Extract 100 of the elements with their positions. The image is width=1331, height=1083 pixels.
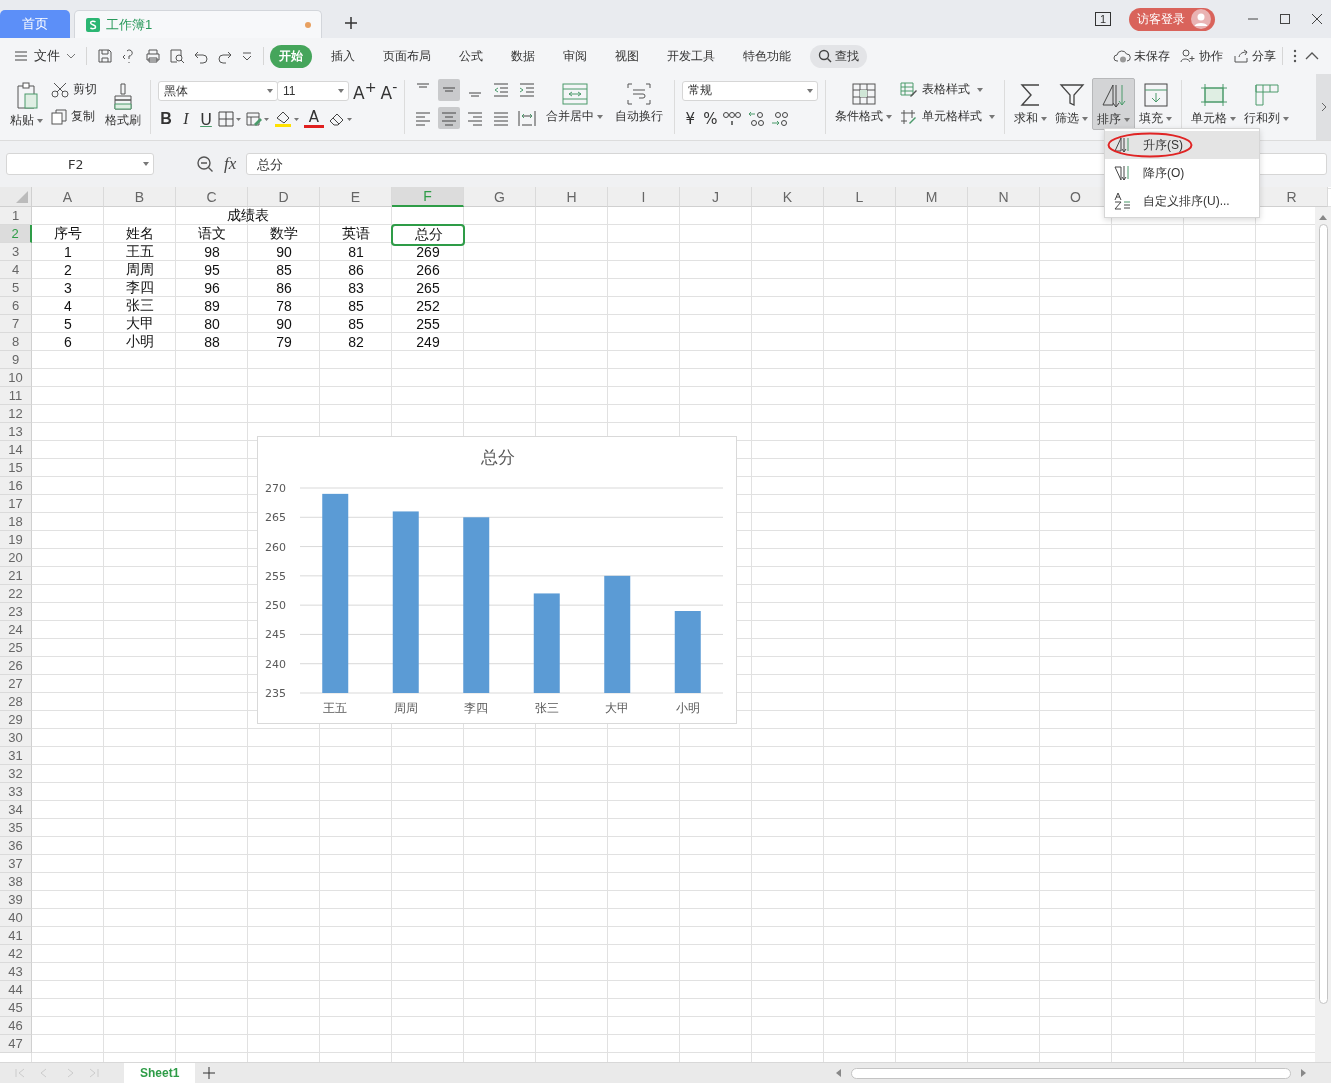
collapse-icon[interactable] (1305, 52, 1319, 60)
row-header[interactable]: 11 (0, 387, 32, 405)
row-header[interactable]: 44 (0, 981, 32, 999)
row-header[interactable]: 31 (0, 747, 32, 765)
customize-icon[interactable] (241, 50, 253, 62)
row-header[interactable]: 21 (0, 567, 32, 585)
login-button[interactable]: 访客登录 (1129, 7, 1215, 31)
row-header[interactable]: 25 (0, 639, 32, 657)
row-header[interactable]: 28 (0, 693, 32, 711)
sum-button[interactable]: 求和 (1010, 78, 1052, 130)
row-header[interactable]: 8 (0, 333, 32, 351)
file-menu[interactable]: 文件 (14, 47, 76, 65)
menu-item[interactable]: 升序(S) (1105, 131, 1259, 159)
column-header[interactable]: G (464, 187, 536, 207)
font-select[interactable]: 黑体 (158, 81, 278, 102)
row-header[interactable]: 7 (0, 315, 32, 333)
column-header[interactable]: A (32, 187, 104, 207)
font-size-select[interactable]: 11 (277, 81, 349, 102)
ribbon-tab[interactable]: 审阅 (554, 44, 596, 68)
merge-center-button[interactable]: 合并居中 (540, 78, 610, 130)
borders-icon[interactable] (218, 111, 242, 128)
toolbar-action[interactable]: 分享 (1233, 47, 1276, 65)
row-header[interactable]: 18 (0, 513, 32, 531)
window-count-badge[interactable]: 1 (1094, 12, 1111, 26)
bold-button[interactable]: B (158, 110, 174, 129)
percent-button[interactable]: % (702, 109, 719, 128)
ribbon-tab[interactable]: 插入 (322, 44, 364, 68)
column-header[interactable]: N (968, 187, 1040, 207)
cut-button[interactable]: 剪切 (51, 81, 97, 98)
row-header[interactable]: 38 (0, 873, 32, 891)
underline-button[interactable]: U (198, 109, 214, 129)
decrease-decimal-icon[interactable] (770, 109, 791, 128)
row-header[interactable]: 22 (0, 585, 32, 603)
horizontal-scrollbar[interactable] (851, 1067, 1291, 1079)
row-header[interactable]: 3 (0, 243, 32, 261)
document-tab[interactable]: 工作簿1 (74, 10, 322, 38)
row-header[interactable]: 45 (0, 999, 32, 1017)
increase-decimal-icon[interactable] (746, 109, 767, 128)
row-header[interactable]: 12 (0, 405, 32, 423)
table-style-button[interactable]: 表格样式 (900, 81, 996, 98)
row-header[interactable]: 4 (0, 261, 32, 279)
add-sheet-icon[interactable] (203, 1067, 216, 1079)
ribbon-scroll-icon[interactable] (1320, 102, 1327, 112)
function-button[interactable]: fx (224, 154, 237, 174)
cell-style-button[interactable]: 单元格样式 (900, 108, 996, 125)
column-header[interactable]: M (896, 187, 968, 207)
row-header[interactable]: 40 (0, 909, 32, 927)
row-header[interactable]: 20 (0, 549, 32, 567)
row-header[interactable]: 27 (0, 675, 32, 693)
name-box[interactable]: F2 (6, 153, 154, 175)
italic-button[interactable]: I (178, 110, 194, 129)
row-header[interactable]: 14 (0, 441, 32, 459)
scroll-up-icon[interactable] (1319, 215, 1327, 220)
eraser-icon[interactable] (328, 111, 354, 128)
conditional-format-button[interactable]: 条件格式 (831, 78, 897, 130)
row-header[interactable]: 46 (0, 1017, 32, 1035)
sort-button[interactable]: 排序 (1092, 78, 1136, 130)
chart-area[interactable]: 总分 235 240 245 250 255 260 265 270 王五 周周 李四 张三 大甲 小明 (257, 436, 737, 724)
ribbon-tab[interactable]: 公式 (450, 44, 492, 68)
ribbon-tab[interactable]: 视图 (606, 44, 648, 68)
toolbar-action[interactable]: 协作 (1180, 47, 1223, 65)
row-header[interactable]: 41 (0, 927, 32, 945)
column-header[interactable]: J (680, 187, 752, 207)
zoom-icon[interactable] (196, 155, 214, 173)
thousands-separator-icon[interactable] (722, 109, 743, 128)
row-header[interactable]: 42 (0, 945, 32, 963)
scroll-left-icon[interactable] (835, 1069, 843, 1077)
paste-button[interactable]: 粘贴 (6, 78, 47, 130)
currency-button[interactable]: ¥ (682, 109, 699, 128)
row-header[interactable]: 15 (0, 459, 32, 477)
row-header[interactable]: 10 (0, 369, 32, 387)
more-icon[interactable] (1293, 49, 1297, 63)
ribbon-tab[interactable]: 开始 (270, 44, 312, 68)
row-header[interactable]: 36 (0, 837, 32, 855)
scroll-right-icon[interactable] (1299, 1069, 1307, 1077)
column-header[interactable]: C (176, 187, 248, 207)
fill-color-icon[interactable] (274, 110, 300, 129)
shrink-font-button[interactable]: A$^{-}$ (380, 79, 398, 103)
grow-font-button[interactable]: A$^{+}$ (353, 79, 377, 103)
row-header[interactable]: 37 (0, 855, 32, 873)
ribbon-tab[interactable]: 页面布局 (374, 44, 440, 68)
row-header[interactable]: 23 (0, 603, 32, 621)
wrap-text-button[interactable]: 自动换行 (609, 78, 670, 130)
filter-button[interactable]: 筛选 (1051, 78, 1093, 130)
column-header[interactable]: H (536, 187, 608, 207)
vertical-align-icon[interactable] (438, 79, 461, 101)
row-header[interactable]: 19 (0, 531, 32, 549)
document-tab[interactable]: 首页 (0, 10, 70, 38)
row-header[interactable]: 30 (0, 729, 32, 747)
row-header[interactable]: 9 (0, 351, 32, 369)
row-header[interactable]: 5 (0, 279, 32, 297)
close-icon[interactable] (1311, 13, 1323, 25)
maximize-icon[interactable] (1279, 13, 1291, 25)
row-header[interactable]: 13 (0, 423, 32, 441)
row-header[interactable]: 47 (0, 1035, 32, 1053)
column-header[interactable]: B (104, 187, 176, 207)
new-tab-icon[interactable] (344, 16, 358, 30)
horizontal-align-icon[interactable] (438, 107, 461, 129)
row-header[interactable]: 33 (0, 783, 32, 801)
font-color-button[interactable]: A (304, 110, 324, 129)
